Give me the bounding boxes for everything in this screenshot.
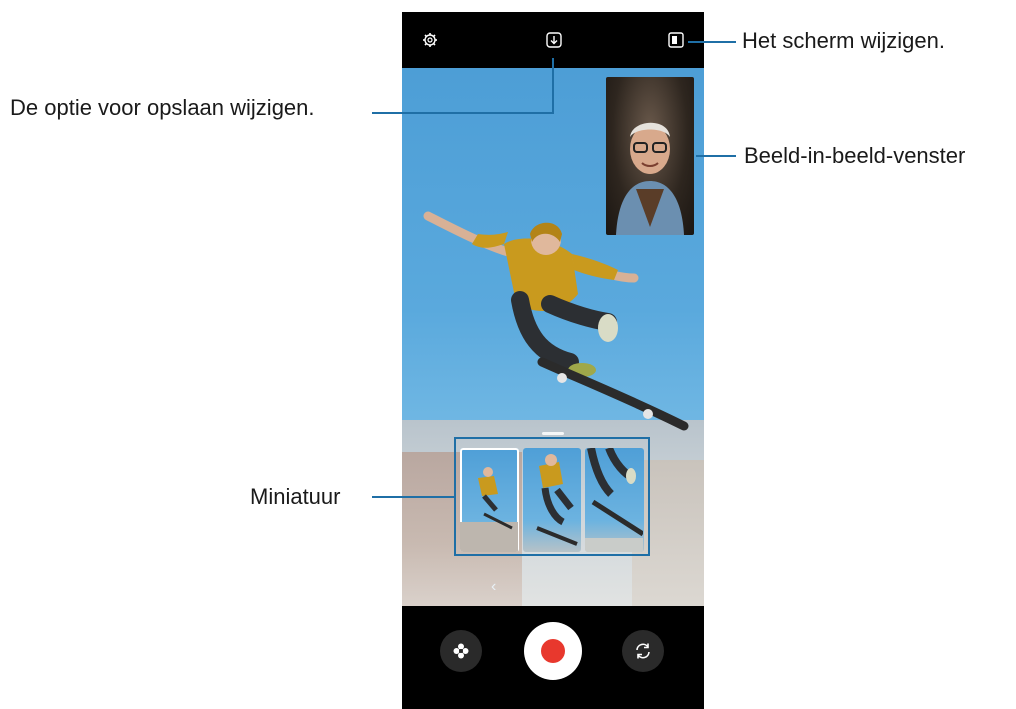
- callout-line-thumbnail: [372, 496, 454, 498]
- callout-line-save-option-v: [552, 58, 554, 114]
- callout-pip-window: Beeld-in-beeld-venster: [744, 143, 966, 168]
- callout-thumbnail: Miniatuur: [250, 484, 341, 509]
- download-icon[interactable]: [546, 32, 562, 48]
- callout-line-pip: [696, 155, 736, 157]
- thumbnail-highlight-box: [454, 437, 650, 556]
- effects-button[interactable]: [440, 630, 482, 672]
- skateboarder-image: [423, 211, 689, 431]
- pip-layout-icon[interactable]: [668, 32, 684, 48]
- record-dot: [541, 639, 565, 663]
- thumbnail-drag-handle[interactable]: [542, 432, 564, 435]
- chevron-left-icon[interactable]: ‹: [491, 578, 496, 596]
- bottom-controls: [402, 606, 704, 709]
- callout-line-save-option-h: [372, 112, 554, 114]
- pip-face-image: [616, 122, 684, 235]
- callout-save-option: De optie voor opslaan wijzigen.: [10, 95, 315, 120]
- gear-icon[interactable]: [422, 32, 438, 48]
- pip-window[interactable]: [606, 77, 694, 235]
- callout-change-screen: Het scherm wijzigen.: [742, 28, 945, 53]
- camera-screen: ‹: [402, 12, 704, 709]
- switch-camera-button[interactable]: [622, 630, 664, 672]
- record-button[interactable]: [524, 622, 582, 680]
- flower-icon: [453, 643, 469, 659]
- callout-line-change-screen: [688, 41, 736, 43]
- rotate-icon: [636, 643, 650, 659]
